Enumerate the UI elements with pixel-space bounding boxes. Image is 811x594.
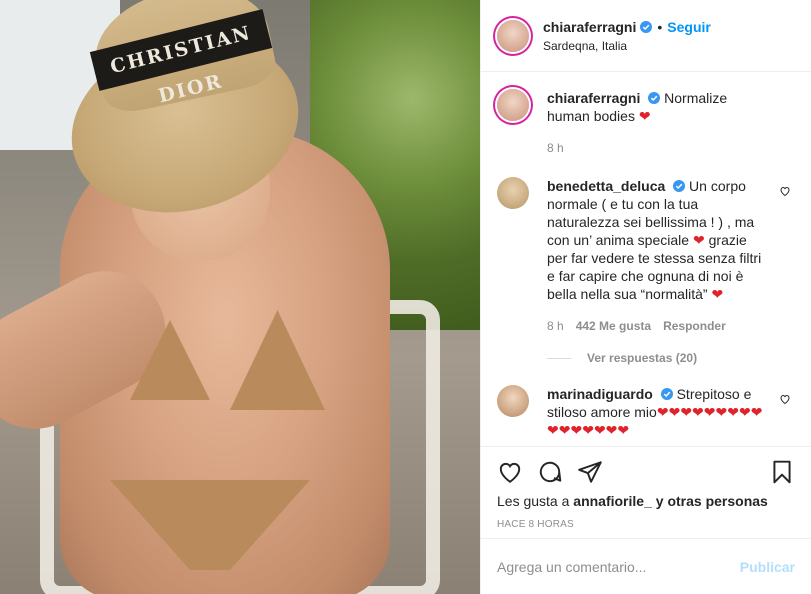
author-avatar[interactable]	[497, 19, 529, 52]
caption-time[interactable]: 8 h	[547, 139, 564, 157]
comment-input[interactable]	[497, 558, 740, 575]
post-photo[interactable]: CHRISTIAN DIOR	[0, 0, 480, 594]
caption: chiaraferragni Normalize human bodies ❤ …	[497, 89, 795, 157]
post-location[interactable]: Sardeqna, Italia	[543, 39, 711, 53]
replies-divider	[547, 357, 571, 359]
post-actions: Les gusta a annafiorile_ y otras persona…	[481, 446, 811, 530]
comment-item: marinadiguardo Strepitoso e stiloso amor…	[497, 385, 795, 439]
comment-like-heart-icon[interactable]	[779, 185, 791, 197]
verified-badge-icon	[660, 388, 673, 400]
caption-avatar[interactable]	[497, 89, 529, 121]
comment-icon[interactable]	[537, 459, 563, 485]
view-replies-button[interactable]: Ver respuestas (20)	[547, 351, 795, 365]
comment-like-heart-icon[interactable]	[779, 393, 791, 405]
comment-likes[interactable]: 442 Me gusta	[576, 317, 651, 335]
likes-summary: Les gusta a annafiorile_ y otras persona…	[497, 493, 795, 509]
post-side-panel: chiaraferragni • Seguir Sardeqna, Italia…	[480, 0, 811, 594]
comment-text: Un corpo normale ( e tu con la tua natur…	[547, 178, 762, 302]
author-username[interactable]: chiaraferragni	[543, 19, 636, 35]
publish-button[interactable]: Publicar	[740, 559, 795, 575]
separator-dot: •	[657, 18, 663, 35]
likes-suffix[interactable]: y otras personas	[656, 493, 768, 509]
verified-badge-icon	[673, 180, 686, 192]
post-header: chiaraferragni • Seguir Sardeqna, Italia	[481, 0, 811, 72]
view-replies-label: Ver respuestas (20)	[587, 351, 698, 365]
save-bookmark-icon[interactable]	[769, 459, 795, 485]
comment-item: benedetta_deluca Un corpo normale ( e tu…	[497, 177, 795, 335]
verified-badge-icon	[648, 92, 661, 104]
likes-user[interactable]: annafiorile_	[573, 493, 652, 509]
commenter-username[interactable]: marinadiguardo	[547, 386, 653, 402]
commenter-avatar[interactable]	[497, 177, 529, 209]
follow-button[interactable]: Seguir	[667, 19, 711, 35]
add-comment-bar: Publicar	[481, 538, 811, 594]
commenter-avatar[interactable]	[497, 385, 529, 417]
author-info: chiaraferragni • Seguir Sardeqna, Italia	[543, 19, 711, 53]
share-direct-icon[interactable]	[577, 459, 603, 485]
caption-username[interactable]: chiaraferragni	[547, 90, 640, 106]
comments-list[interactable]: chiaraferragni Normalize human bodies ❤ …	[481, 73, 811, 445]
post-timestamp[interactable]: HACE 8 HORAS	[497, 519, 795, 530]
likes-prefix: Les gusta a	[497, 493, 570, 509]
comment-time[interactable]: 8 h	[547, 317, 564, 335]
heart-emoji: ❤	[638, 108, 651, 124]
commenter-username[interactable]: benedetta_deluca	[547, 178, 665, 194]
verified-badge-icon	[640, 20, 653, 33]
like-heart-icon[interactable]	[497, 459, 523, 485]
reply-button[interactable]: Responder	[663, 317, 726, 335]
